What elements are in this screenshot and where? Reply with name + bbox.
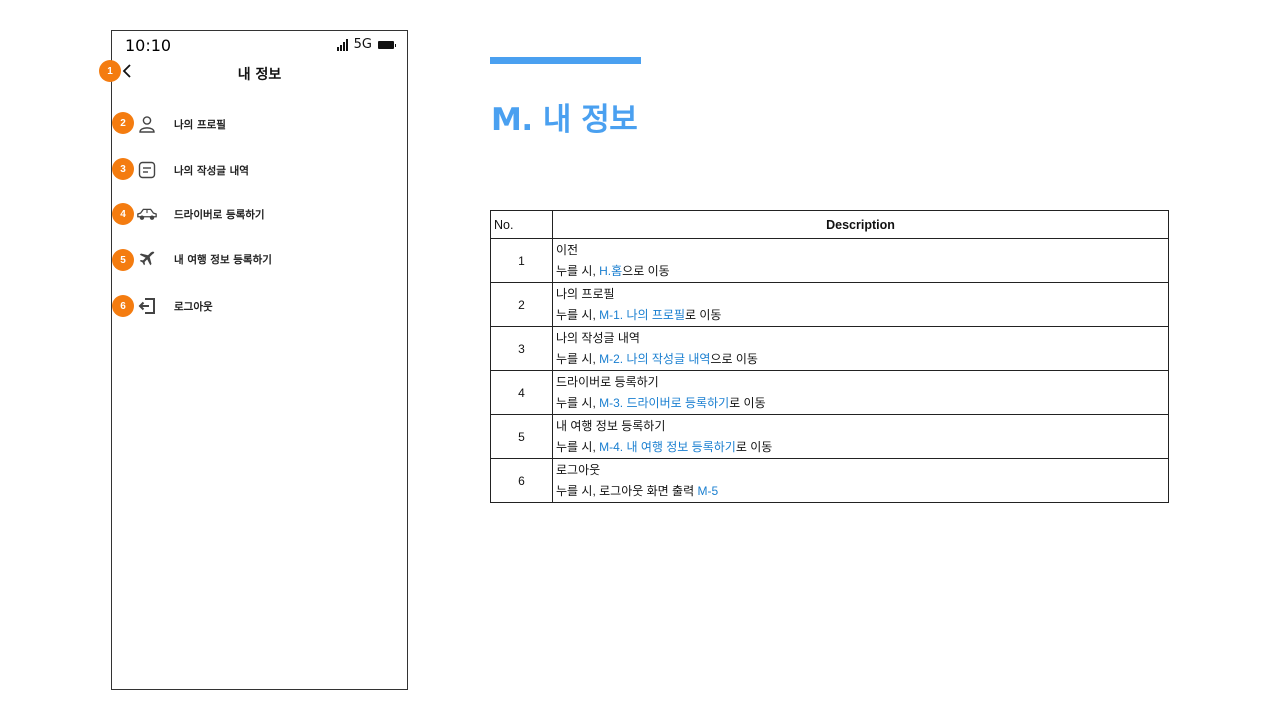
- row-number: 4: [490, 370, 553, 415]
- menu-item-logout[interactable]: 로그아웃: [112, 292, 407, 320]
- row-number: 1: [490, 238, 553, 283]
- row-title: 나의 프로필: [556, 286, 615, 301]
- status-bar: 10:10 5G: [112, 31, 407, 59]
- accent-bar: [490, 57, 641, 64]
- menu-item-travel-register[interactable]: 내 여행 정보 등록하기: [112, 245, 407, 273]
- signal-icon: [336, 38, 348, 51]
- phone-mockup: 10:10 5G 내 정보 나의 프로필 나의 작성글 내역 드라이버로 등록하…: [111, 30, 408, 690]
- annotation-badge: 4: [112, 203, 134, 225]
- row-number: 5: [490, 414, 553, 459]
- column-header-no: No.: [490, 210, 553, 239]
- row-title: 드라이버로 등록하기: [556, 374, 659, 389]
- row-prefix: 누를 시,: [556, 395, 600, 410]
- annotation-badge: 3: [112, 158, 134, 180]
- row-detail: 누를 시, 로그아웃 화면 출력 M-5: [556, 481, 1168, 502]
- user-icon: [136, 114, 158, 134]
- status-time: 10:10: [125, 36, 172, 55]
- row-title: 내 여행 정보 등록하기: [556, 418, 666, 433]
- network-label: 5G: [353, 37, 372, 52]
- row-description: 나의 프로필 누를 시, M-1. 나의 프로필로 이동: [552, 282, 1169, 327]
- row-detail: 누를 시, M-1. 나의 프로필로 이동: [556, 305, 1168, 326]
- menu-label: 드라이버로 등록하기: [174, 209, 265, 221]
- annotation-badge: 5: [112, 249, 134, 271]
- row-suffix: 로 이동: [685, 307, 722, 322]
- row-number: 6: [490, 458, 553, 503]
- page-title: 내 정보: [237, 67, 282, 83]
- screen-link[interactable]: M-5: [697, 484, 718, 498]
- row-description: 내 여행 정보 등록하기 누를 시, M-4. 내 여행 정보 등록하기로 이동: [552, 414, 1169, 459]
- row-title: 로그아웃: [556, 462, 601, 477]
- row-prefix: 누를 시,: [556, 307, 600, 322]
- annotation-badge: 1: [99, 60, 121, 82]
- menu-item-my-posts[interactable]: 나의 작성글 내역: [112, 156, 407, 184]
- status-indicators: 5G: [336, 37, 396, 52]
- row-description: 이전 누를 시, H.홈으로 이동: [552, 238, 1169, 283]
- column-header-description: Description: [552, 210, 1169, 239]
- row-suffix: 으로 이동: [622, 263, 670, 278]
- document-icon: [136, 160, 158, 180]
- screen-link[interactable]: M-4. 내 여행 정보 등록하기: [599, 440, 736, 454]
- table-row: 4 드라이버로 등록하기 누를 시, M-3. 드라이버로 등록하기로 이동: [490, 370, 1169, 415]
- logout-icon: [136, 296, 158, 316]
- table-row: 3 나의 작성글 내역 누를 시, M-2. 나의 작성글 내역으로 이동: [490, 326, 1169, 371]
- table-row: 1 이전 누를 시, H.홈으로 이동: [490, 238, 1169, 283]
- menu-label: 나의 작성글 내역: [174, 165, 249, 177]
- battery-icon: [378, 40, 396, 49]
- row-prefix: 누를 시,: [556, 439, 600, 454]
- airplane-icon: [136, 249, 158, 269]
- menu-item-driver-register[interactable]: 드라이버로 등록하기: [112, 200, 407, 228]
- row-detail: 누를 시, M-2. 나의 작성글 내역으로 이동: [556, 349, 1168, 370]
- car-icon: [136, 204, 158, 224]
- menu-label: 로그아웃: [174, 301, 213, 313]
- row-suffix: 로 이동: [735, 439, 773, 454]
- menu-label: 나의 프로필: [174, 119, 226, 131]
- screen-link[interactable]: M-1. 나의 프로필: [599, 308, 685, 322]
- section-title: M. 내 정보: [491, 102, 638, 138]
- row-detail: 누를 시, H.홈으로 이동: [556, 261, 1168, 282]
- row-number: 3: [490, 326, 553, 371]
- row-detail: 누를 시, M-4. 내 여행 정보 등록하기로 이동: [556, 437, 1168, 458]
- row-title: 이전: [556, 242, 579, 257]
- annotation-badge: 6: [112, 295, 134, 317]
- row-number: 2: [490, 282, 553, 327]
- menu-item-profile[interactable]: 나의 프로필: [112, 110, 407, 138]
- screen-link[interactable]: M-2. 나의 작성글 내역: [599, 352, 710, 366]
- row-detail: 누를 시, M-3. 드라이버로 등록하기로 이동: [556, 393, 1168, 414]
- row-title: 나의 작성글 내역: [556, 330, 640, 345]
- row-prefix: 누를 시,: [556, 351, 600, 366]
- table-header-row: No. Description: [490, 210, 1169, 239]
- row-description: 로그아웃 누를 시, 로그아웃 화면 출력 M-5: [552, 458, 1169, 503]
- description-table: No. Description 1 이전 누를 시, H.홈으로 이동 2 나의…: [490, 210, 1169, 503]
- row-suffix: 으로 이동: [710, 351, 758, 366]
- menu-label: 내 여행 정보 등록하기: [174, 254, 272, 266]
- row-description: 나의 작성글 내역 누를 시, M-2. 나의 작성글 내역으로 이동: [552, 326, 1169, 371]
- row-prefix: 누를 시, 로그아웃 화면 출력: [556, 483, 698, 498]
- annotation-badge: 2: [112, 112, 134, 134]
- app-header: 내 정보: [112, 61, 407, 87]
- row-suffix: 로 이동: [729, 395, 766, 410]
- table-row: 6 로그아웃 누를 시, 로그아웃 화면 출력 M-5: [490, 458, 1169, 503]
- screen-link[interactable]: H.홈: [599, 264, 622, 278]
- row-prefix: 누를 시,: [556, 263, 600, 278]
- table-row: 2 나의 프로필 누를 시, M-1. 나의 프로필로 이동: [490, 282, 1169, 327]
- row-description: 드라이버로 등록하기 누를 시, M-3. 드라이버로 등록하기로 이동: [552, 370, 1169, 415]
- table-row: 5 내 여행 정보 등록하기 누를 시, M-4. 내 여행 정보 등록하기로 …: [490, 414, 1169, 459]
- screen-link[interactable]: M-3. 드라이버로 등록하기: [599, 396, 729, 410]
